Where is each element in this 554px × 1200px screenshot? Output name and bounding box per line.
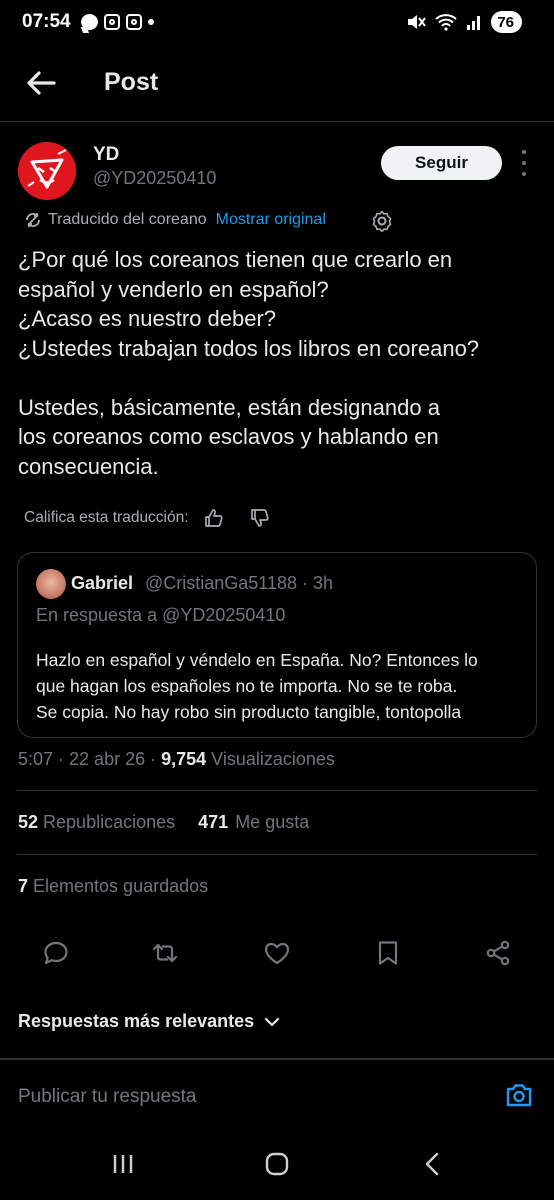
likes-count: 471	[198, 812, 229, 832]
signal-icon	[467, 16, 481, 30]
quoted-author-avatar	[36, 569, 66, 599]
bookmarks-count: 7	[18, 876, 29, 896]
home-icon[interactable]	[263, 1152, 291, 1176]
share-icon[interactable]	[484, 939, 512, 967]
more-notifications-icon	[147, 19, 154, 25]
divider	[17, 854, 537, 855]
translated-label: Traducido del coreano	[48, 211, 207, 228]
post-text-line: los coreanos como esclavos y hablando en	[18, 424, 439, 449]
more-options-icon[interactable]	[518, 150, 530, 176]
show-original-link[interactable]: Mostrar original	[216, 211, 326, 229]
system-icons: 76	[406, 11, 522, 33]
quoted-author-name: Gabriel	[71, 573, 134, 593]
replies-sort-label: Respuestas más relevantes	[18, 1011, 255, 1031]
back-nav-icon[interactable]	[419, 1152, 447, 1176]
post-text-line: consecuencia.	[18, 453, 159, 479]
page-title: Post	[104, 68, 159, 96]
system-navigation-bar	[0, 1126, 554, 1200]
notification-icons	[80, 14, 154, 30]
battery-indicator: 76	[491, 11, 522, 33]
back-arrow-icon[interactable]	[24, 68, 58, 98]
reply-icon[interactable]	[42, 939, 70, 967]
bookmarks-label: Elementos guardados	[28, 876, 209, 896]
translation-notice: Traducido del coreano Mostrar original	[24, 211, 326, 229]
bookmark-icon[interactable]	[374, 939, 402, 967]
author-name[interactable]: YD	[93, 144, 119, 166]
reply-input[interactable]: Publicar tu respuesta	[18, 1086, 197, 1108]
post-text-line: ¿Ustedes trabajan todos los libros en co…	[18, 335, 480, 361]
author-handle[interactable]: @YD20250410	[93, 168, 216, 189]
mute-icon	[408, 15, 427, 29]
post-text-line: español y venderlo en español?	[18, 276, 329, 302]
bookmarks-stat[interactable]: 7 Elementos guardados	[18, 876, 208, 897]
thumbs-up-icon[interactable]	[203, 507, 225, 529]
quoted-post-text: Hazlo en español y véndelo en España. No…	[36, 647, 530, 725]
post-text-line: ¿Por qué los coreanos tienen que crearlo…	[18, 247, 453, 272]
like-heart-icon[interactable]	[263, 939, 291, 967]
replies-sort-selector[interactable]: Respuestas más relevantes	[18, 1011, 281, 1032]
reposts-label: Republicaciones	[38, 812, 176, 832]
camera-icon[interactable]	[505, 1082, 533, 1108]
post-text: ¿Por qué los coreanos tienen que crearlo…	[18, 245, 543, 481]
post-meta: 5:07 · 22 abr 26 · 9,754 Visualizaciones	[18, 749, 335, 770]
views-label: Visualizaciones	[206, 749, 335, 769]
quoted-post-card[interactable]: Gabriel @CristianGa51188 · 3h En respues…	[17, 552, 537, 738]
rate-translation-label: Califica esta traducción:	[24, 509, 189, 526]
reposts-stat[interactable]: 52 Republicaciones	[18, 812, 175, 832]
post-text-line: ¿Acaso es nuestro deber?	[18, 306, 277, 331]
avatar-drawing	[18, 142, 76, 200]
reply-composer: Publicar tu respuesta	[0, 1058, 554, 1126]
rate-translation: Califica esta traducción:	[24, 507, 271, 529]
follow-button[interactable]: Seguir	[381, 146, 502, 180]
author-avatar[interactable]	[18, 142, 76, 200]
divider	[17, 790, 537, 791]
quoted-author-handle-time: @CristianGa51188 · 3h	[145, 573, 334, 593]
recent-apps-icon[interactable]	[109, 1152, 137, 1176]
translate-icon	[26, 213, 40, 227]
instagram-notification-icon-2	[125, 14, 142, 30]
battery-level: 76	[497, 13, 514, 31]
quoted-reply-to: En respuesta a @YD20250410	[36, 605, 286, 625]
quoted-text-line: que hagan los españoles no te importa. N…	[36, 676, 458, 696]
wifi-icon	[435, 14, 457, 31]
engagement-stats: 52 Republicaciones 471 Me gusta	[18, 812, 309, 833]
views-count: 9,754	[161, 749, 207, 769]
status-bar: 07:54 76	[0, 0, 554, 44]
post-text-line: Ustedes, básicamente, están designando a	[18, 394, 440, 420]
thumbs-down-icon[interactable]	[249, 507, 271, 529]
likes-stat[interactable]: 471 Me gusta	[198, 812, 309, 832]
instagram-notification-icon	[103, 14, 120, 30]
gear-icon[interactable]	[371, 210, 393, 232]
reposts-count: 52	[18, 812, 39, 832]
chat-notification-icon	[80, 14, 98, 30]
quoted-text-line: Hazlo en español y véndelo en España. No…	[36, 650, 478, 670]
top-bar: Post	[0, 44, 554, 122]
chevron-down-icon	[265, 1017, 280, 1026]
status-time: 07:54	[22, 11, 71, 32]
post-time-date: 5:07 · 22 abr 26 ·	[18, 749, 162, 769]
likes-label: Me gusta	[230, 812, 310, 832]
quoted-text-line: Se copia. No hay robo sin producto tangi…	[36, 702, 462, 722]
repost-icon[interactable]	[151, 939, 179, 967]
